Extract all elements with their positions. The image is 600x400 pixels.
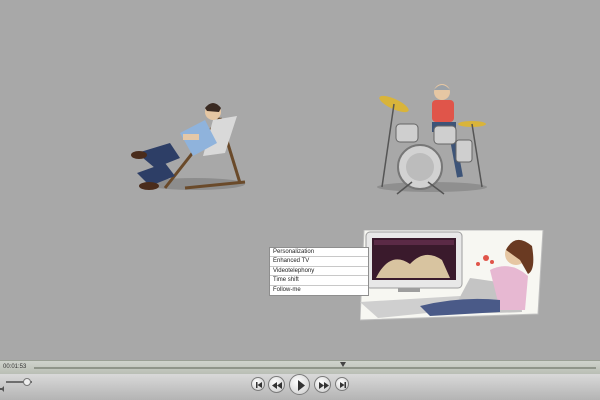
skip-back-icon bbox=[256, 382, 262, 388]
menu-item-time-shift[interactable]: Time shift bbox=[270, 276, 368, 286]
control-bar bbox=[0, 374, 600, 400]
menu-item-follow-me[interactable]: Follow-me bbox=[270, 286, 368, 295]
rewind-button[interactable] bbox=[268, 376, 285, 393]
fast-forward-button[interactable] bbox=[314, 376, 331, 393]
skip-forward-button[interactable] bbox=[335, 377, 349, 391]
fast-forward-icon bbox=[319, 382, 329, 389]
skip-back-button[interactable] bbox=[251, 377, 265, 391]
skip-forward-icon bbox=[340, 382, 346, 388]
time-readout: 00:01:53 bbox=[3, 364, 27, 370]
volume-knob[interactable] bbox=[22, 378, 31, 386]
menu-item-videotelephony[interactable]: Videotelephony bbox=[270, 267, 368, 277]
playhead-marker[interactable] bbox=[340, 362, 347, 367]
feature-menu: Personalization Enhanced TV Videotelepho… bbox=[269, 247, 369, 296]
timeline: 00:01:53 bbox=[0, 360, 600, 375]
menu-item-enhanced-tv[interactable]: Enhanced TV bbox=[270, 257, 368, 267]
woman-watching-tv-illustration bbox=[360, 230, 545, 323]
play-button[interactable] bbox=[289, 374, 310, 395]
rewind-icon bbox=[272, 382, 282, 389]
seek-bar[interactable] bbox=[34, 367, 596, 369]
menu-item-personalization[interactable]: Personalization bbox=[270, 248, 368, 258]
play-icon bbox=[298, 380, 305, 391]
video-stage: Personalization Enhanced TV Videotelepho… bbox=[0, 0, 600, 360]
drummer-illustration bbox=[372, 82, 492, 197]
media-player: 00:01:53 bbox=[0, 360, 600, 400]
man-in-deck-chair-illustration bbox=[125, 98, 250, 196]
